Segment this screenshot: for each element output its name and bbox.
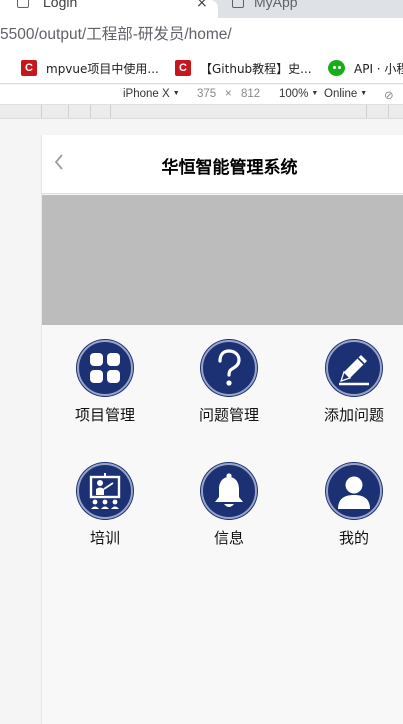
device-toolbar: iPhone X ▼ 375 × 812 100% ▼ Online ▼ ⊘ bbox=[0, 85, 403, 105]
bookmark-item[interactable]: C 【Github教程】史... bbox=[175, 59, 312, 77]
ruler-mark bbox=[110, 105, 111, 118]
browser-tab-login[interactable]: Login × bbox=[0, 0, 218, 18]
address-bar[interactable]: 5500/output/工程部-研发员/home/ bbox=[0, 18, 403, 50]
height-input[interactable]: 812 bbox=[241, 88, 260, 100]
menu-item-training[interactable]: 培训 bbox=[55, 463, 155, 548]
wechat-icon bbox=[328, 60, 345, 76]
banner-carousel[interactable] bbox=[42, 195, 403, 325]
device-select[interactable]: iPhone X ▼ bbox=[123, 88, 180, 100]
page-title: 华恒智能管理系统 bbox=[161, 158, 298, 178]
ruler-mark bbox=[68, 105, 69, 118]
device-screen: 华恒智能管理系统 项目管理 问题管理 添加问题 培训 信息 我的 bbox=[41, 135, 403, 724]
menu-item-label: 添加问题 bbox=[323, 406, 384, 424]
menu-item-label: 项目管理 bbox=[74, 406, 135, 424]
bookmark-item[interactable]: API · 小程 bbox=[328, 59, 403, 77]
rotate-icon[interactable]: ⊘ bbox=[384, 88, 394, 102]
browser-tab-strip: Login × MyApp bbox=[0, 0, 403, 18]
page-icon bbox=[17, 0, 29, 8]
menu-item-add-issue[interactable]: 添加问题 bbox=[304, 340, 403, 425]
training-presentation-icon bbox=[77, 463, 133, 519]
network-throttle-select[interactable]: Online ▼ bbox=[324, 88, 367, 100]
bookmarks-bar: C mpvue项目中使用... C 【Github教程】史... API · 小… bbox=[0, 50, 403, 84]
zoom-select[interactable]: 100% ▼ bbox=[279, 88, 318, 100]
bookmark-label: 【Github教程】史... bbox=[200, 61, 312, 76]
page-icon bbox=[232, 0, 244, 8]
menu-item-issue-management[interactable]: 问题管理 bbox=[179, 340, 279, 425]
question-icon bbox=[201, 340, 257, 396]
grid-apps-icon bbox=[77, 340, 133, 396]
menu-item-messages[interactable]: 信息 bbox=[179, 463, 279, 548]
bookmark-label: mpvue项目中使用... bbox=[46, 61, 159, 76]
edit-pencil-icon bbox=[326, 340, 382, 396]
close-tab-icon[interactable]: × bbox=[196, 0, 208, 11]
media-query-ruler bbox=[0, 105, 403, 119]
menu-item-label: 培训 bbox=[89, 529, 120, 547]
ruler-mark bbox=[366, 105, 367, 118]
bookmark-item[interactable]: C mpvue项目中使用... bbox=[21, 59, 159, 77]
dimension-separator: × bbox=[225, 88, 232, 100]
ruler-mark bbox=[41, 105, 42, 118]
bell-icon bbox=[201, 463, 257, 519]
user-icon bbox=[326, 463, 382, 519]
menu-item-label: 我的 bbox=[338, 529, 369, 547]
menu-item-project-management[interactable]: 项目管理 bbox=[55, 340, 155, 425]
csdn-icon: C bbox=[21, 60, 37, 76]
menu-item-mine[interactable]: 我的 bbox=[304, 463, 403, 548]
csdn-icon: C bbox=[175, 60, 191, 76]
tab-title: MyApp bbox=[254, 0, 298, 10]
bookmark-label: API · 小程 bbox=[354, 61, 403, 76]
width-input[interactable]: 375 bbox=[197, 88, 216, 100]
menu-item-label: 问题管理 bbox=[198, 406, 259, 424]
app-navbar: 华恒智能管理系统 bbox=[42, 135, 403, 194]
url-text[interactable]: 5500/output/工程部-研发员/home/ bbox=[0, 22, 232, 44]
ruler-mark bbox=[388, 105, 389, 118]
tab-title: Login bbox=[43, 0, 78, 10]
menu-item-label: 信息 bbox=[213, 529, 244, 547]
ruler-mark bbox=[90, 105, 91, 118]
